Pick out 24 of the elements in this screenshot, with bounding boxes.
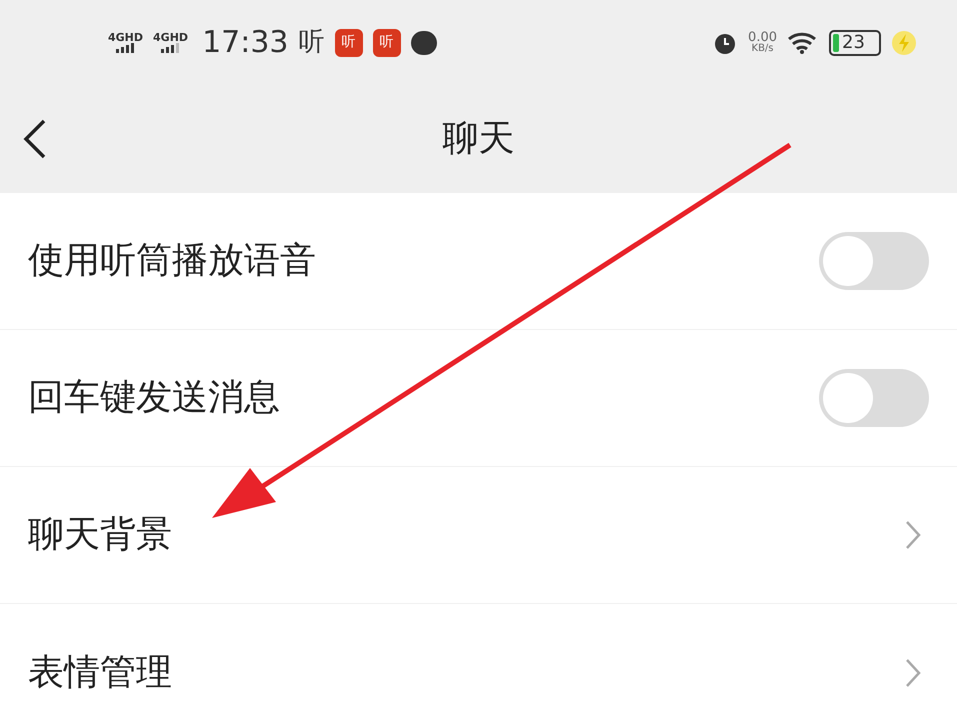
battery-fill [833,34,839,52]
speed-unit: KB/s [752,44,774,54]
signal-icon [160,43,182,53]
network-label: 4GHD [108,32,144,43]
app-notification-icon: 听 [372,28,401,56]
clock-time: 17:33 [202,24,289,62]
app-notification-icon: 听 [298,23,325,62]
row-label: 表情管理 [28,650,172,694]
row-label: 聊天背景 [28,513,172,557]
app-notification-icon: 听 [334,28,363,56]
app-notification-icon [410,30,437,54]
settings-row[interactable]: 表情管理 [0,604,957,703]
signal-icon [114,43,137,53]
page-title: 聊天 [442,117,514,161]
settings-row[interactable]: 回车键发送消息 [0,330,957,467]
settings-row[interactable]: 使用听筒播放语音 [0,193,957,330]
battery-percent: 23 [842,34,865,52]
network-speed: 0.00 [748,31,777,44]
row-label: 使用听筒播放语音 [28,239,316,283]
network-label: 4GHD [153,32,188,43]
chevron-right-icon [905,658,921,688]
row-label: 回车键发送消息 [28,376,280,420]
wifi-icon [787,30,819,54]
chevron-right-icon [905,520,921,550]
